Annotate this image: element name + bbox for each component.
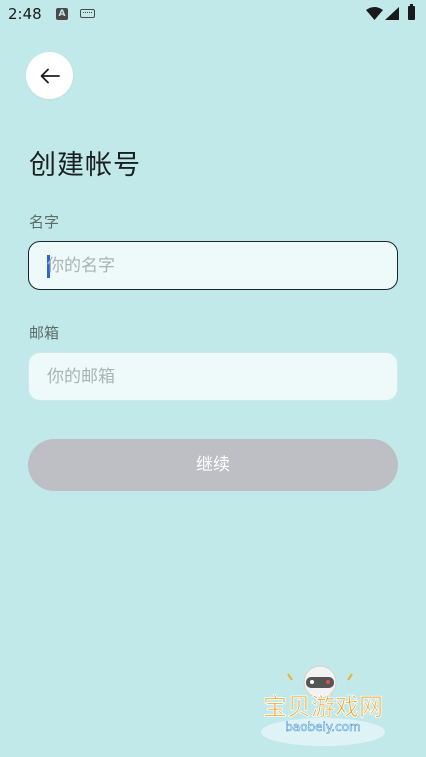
name-label: 名字: [29, 213, 60, 231]
status-time: 2:48: [8, 5, 42, 23]
text-a-icon: A: [56, 8, 68, 20]
battery-icon: [408, 4, 415, 20]
arrow-left-icon: [40, 68, 60, 83]
continue-button[interactable]: 继续: [28, 439, 398, 491]
email-field-container: [28, 352, 398, 401]
name-input[interactable]: [47, 242, 377, 289]
wifi-icon: [366, 7, 383, 20]
email-label: 邮箱: [29, 324, 60, 342]
email-input[interactable]: [47, 353, 377, 400]
name-field-container: [28, 241, 398, 290]
keyboard-icon: [80, 9, 95, 18]
status-bar: 2:48 A: [0, 0, 426, 28]
watermark-logo: 宝贝游戏网 baobeiy.com: [261, 665, 385, 746]
signal-icon: [385, 7, 399, 20]
watermark-url: baobeiy.com: [285, 720, 360, 734]
page-title: 创建帐号: [29, 150, 141, 181]
watermark-text: 宝贝游戏网: [263, 693, 383, 721]
back-button[interactable]: [26, 52, 73, 99]
